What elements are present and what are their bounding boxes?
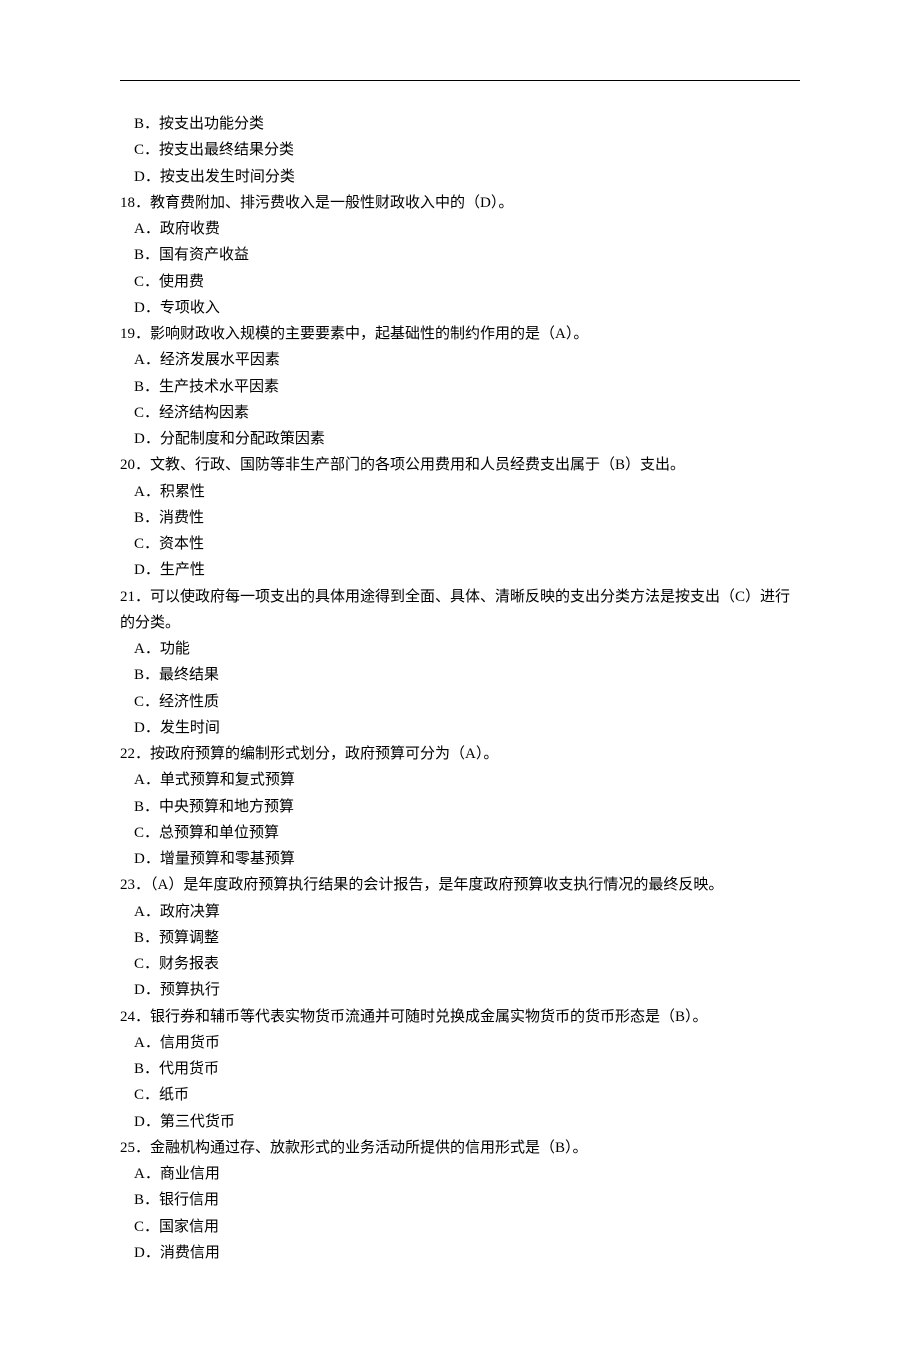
text-line: 21．可以使政府每一项支出的具体用途得到全面、具体、清晰反映的支出分类方法是按支… bbox=[120, 584, 800, 637]
text-line: C．财务报表 bbox=[120, 951, 800, 977]
text-line: A．经济发展水平因素 bbox=[120, 347, 800, 373]
text-line: B．按支出功能分类 bbox=[120, 111, 800, 137]
text-line: B．消费性 bbox=[120, 505, 800, 531]
text-line: 24．银行券和辅币等代表实物货币流通并可随时兑换成金属实物货币的货币形态是（B）… bbox=[120, 1004, 800, 1030]
text-line: D．预算执行 bbox=[120, 977, 800, 1003]
text-line: C．经济性质 bbox=[120, 689, 800, 715]
text-line: D．专项收入 bbox=[120, 295, 800, 321]
text-line: 25．金融机构通过存、放款形式的业务活动所提供的信用形式是（B）。 bbox=[120, 1135, 800, 1161]
text-line: C．国家信用 bbox=[120, 1214, 800, 1240]
text-line: D．第三代货币 bbox=[120, 1109, 800, 1135]
text-line: B．最终结果 bbox=[120, 662, 800, 688]
text-line: A．政府收费 bbox=[120, 216, 800, 242]
text-line: C．使用费 bbox=[120, 269, 800, 295]
text-line: D．增量预算和零基预算 bbox=[120, 846, 800, 872]
document-page: B．按支出功能分类C．按支出最终结果分类D．按支出发生时间分类18．教育费附加、… bbox=[0, 0, 920, 1346]
text-line: B．中央预算和地方预算 bbox=[120, 794, 800, 820]
text-line: 20．文教、行政、国防等非生产部门的各项公用费用和人员经费支出属于（B）支出。 bbox=[120, 452, 800, 478]
text-line: D．消费信用 bbox=[120, 1240, 800, 1266]
text-line: A．信用货币 bbox=[120, 1030, 800, 1056]
text-line: D．发生时间 bbox=[120, 715, 800, 741]
text-line: D．按支出发生时间分类 bbox=[120, 164, 800, 190]
text-line: C．按支出最终结果分类 bbox=[120, 137, 800, 163]
text-line: A．功能 bbox=[120, 636, 800, 662]
text-line: B．银行信用 bbox=[120, 1187, 800, 1213]
text-line: B．国有资产收益 bbox=[120, 242, 800, 268]
top-rule bbox=[120, 80, 800, 81]
text-line: A．单式预算和复式预算 bbox=[120, 767, 800, 793]
text-line: C．经济结构因素 bbox=[120, 400, 800, 426]
text-line: 18．教育费附加、排污费收入是一般性财政收入中的（D）。 bbox=[120, 190, 800, 216]
text-line: A．积累性 bbox=[120, 479, 800, 505]
text-line: B．代用货币 bbox=[120, 1056, 800, 1082]
text-line: C．总预算和单位预算 bbox=[120, 820, 800, 846]
text-line: D．生产性 bbox=[120, 557, 800, 583]
text-line: B．生产技术水平因素 bbox=[120, 374, 800, 400]
text-line: C．资本性 bbox=[120, 531, 800, 557]
text-line: 22．按政府预算的编制形式划分，政府预算可分为（A）。 bbox=[120, 741, 800, 767]
text-line: B．预算调整 bbox=[120, 925, 800, 951]
text-line: A．政府决算 bbox=[120, 899, 800, 925]
text-line: 23．（A）是年度政府预算执行结果的会计报告，是年度政府预算收支执行情况的最终反… bbox=[120, 872, 800, 898]
text-line: 19．影响财政收入规模的主要要素中，起基础性的制约作用的是（A）。 bbox=[120, 321, 800, 347]
text-line: A．商业信用 bbox=[120, 1161, 800, 1187]
text-line: D．分配制度和分配政策因素 bbox=[120, 426, 800, 452]
text-line: C．纸币 bbox=[120, 1082, 800, 1108]
document-body: B．按支出功能分类C．按支出最终结果分类D．按支出发生时间分类18．教育费附加、… bbox=[120, 111, 800, 1266]
